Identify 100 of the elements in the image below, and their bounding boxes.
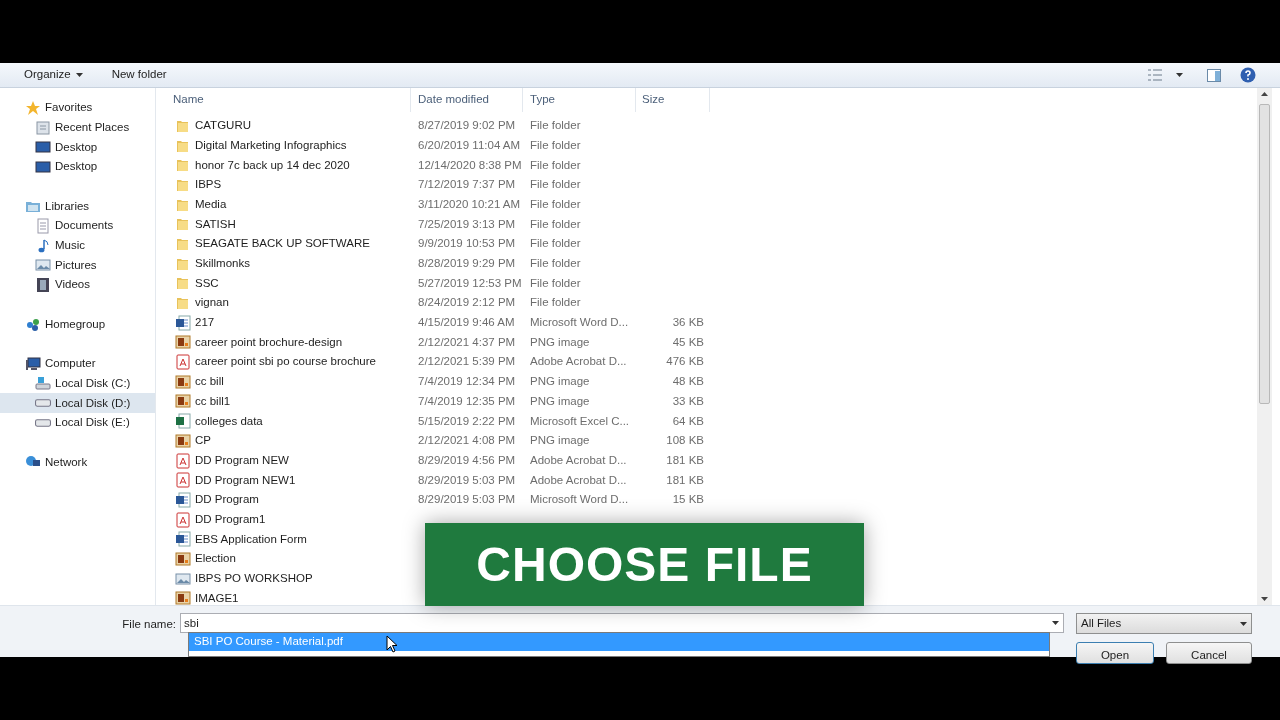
computer-icon bbox=[25, 355, 41, 372]
dropdown-caret-icon bbox=[1240, 621, 1247, 626]
file-name[interactable]: vignan bbox=[195, 294, 229, 312]
file-type: Microsoft Excel C... bbox=[530, 414, 630, 427]
dropdown-caret-icon bbox=[75, 73, 83, 77]
file-type: File folder bbox=[530, 138, 581, 151]
nav-item[interactable]: Documents bbox=[0, 216, 155, 236]
file-name[interactable]: career point sbi po course brochure bbox=[195, 353, 376, 371]
date-modified: 8/27/2019 9:02 PM bbox=[418, 119, 516, 132]
nav-item[interactable]: Local Disk (C:) bbox=[0, 373, 155, 394]
file-name[interactable]: Election bbox=[195, 550, 236, 568]
nav-item[interactable]: Local Disk (D:) bbox=[0, 393, 155, 413]
file-name[interactable]: SATISH bbox=[195, 215, 236, 233]
image-file-icon bbox=[175, 570, 191, 587]
column-header[interactable]: Size bbox=[636, 88, 710, 112]
column-header[interactable]: Name bbox=[173, 88, 411, 112]
word-document-icon bbox=[175, 491, 191, 508]
nav-item[interactable]: Videos bbox=[0, 275, 155, 295]
date-modified: 2/12/2021 4:37 PM bbox=[418, 335, 516, 348]
nav-item[interactable]: Recent Places bbox=[0, 117, 155, 138]
nav-item[interactable]: Local Disk (E:) bbox=[0, 413, 155, 433]
file-type: Microsoft Word D... bbox=[530, 316, 629, 329]
file-name[interactable]: DD Program1 bbox=[195, 510, 266, 529]
file-type: Adobe Acrobat D... bbox=[530, 355, 627, 368]
nav-item[interactable]: Pictures bbox=[0, 255, 155, 276]
nav-item[interactable]: Libraries bbox=[0, 196, 155, 217]
file-type: PNG image bbox=[530, 434, 590, 447]
column-header[interactable]: Type bbox=[523, 88, 636, 112]
file-name[interactable]: 217 bbox=[195, 314, 215, 332]
file-name[interactable]: CATGURU bbox=[195, 117, 251, 135]
file-name[interactable]: Skillmonks bbox=[195, 255, 250, 273]
dialog-button[interactable]: Cancel bbox=[1166, 642, 1252, 664]
image-file-icon bbox=[175, 334, 191, 351]
file-name[interactable]: career point brochure-design bbox=[195, 333, 343, 352]
file-name[interactable]: IBPS PO WORKSHOP bbox=[195, 570, 313, 588]
help-icon[interactable] bbox=[1240, 67, 1256, 83]
file-name[interactable]: DD Program bbox=[195, 491, 259, 509]
file-name[interactable]: Digital Marketing Infographics bbox=[195, 136, 347, 155]
desktop-icon bbox=[35, 158, 51, 175]
file-type: File folder bbox=[530, 217, 581, 230]
nav-item[interactable]: Favorites bbox=[0, 98, 155, 118]
file-name-field[interactable]: sbi bbox=[180, 613, 1064, 633]
file-size: 181 KB bbox=[666, 473, 704, 486]
file-size: 64 KB bbox=[672, 414, 704, 427]
date-modified: 7/4/2019 12:35 PM bbox=[418, 394, 516, 407]
pictures-icon bbox=[35, 257, 51, 274]
file-name[interactable]: DD Program NEW bbox=[195, 451, 289, 470]
star-icon bbox=[25, 99, 41, 116]
nav-item[interactable]: Music bbox=[0, 235, 155, 256]
dialog-button[interactable]: Open bbox=[1076, 642, 1154, 664]
file-name[interactable]: CP bbox=[195, 432, 211, 450]
file-name[interactable]: honor 7c back up 14 dec 2020 bbox=[195, 156, 350, 174]
word-document-icon bbox=[175, 314, 191, 331]
file-type: PNG image bbox=[530, 375, 590, 388]
file-type: File folder bbox=[530, 158, 581, 171]
file-name[interactable]: IMAGE1 bbox=[195, 589, 239, 605]
file-type: Adobe Acrobat D... bbox=[530, 453, 627, 466]
recent-places-icon bbox=[35, 119, 51, 136]
file-type: File folder bbox=[530, 178, 581, 191]
nav-item[interactable]: Homegroup bbox=[0, 314, 155, 335]
image-file-icon bbox=[175, 550, 191, 567]
file-size: 181 KB bbox=[666, 453, 704, 466]
nav-item[interactable]: Desktop bbox=[0, 157, 155, 177]
preview-pane-icon[interactable] bbox=[1207, 68, 1221, 82]
folder-icon bbox=[175, 275, 191, 292]
file-type: File folder bbox=[530, 119, 581, 132]
film-icon bbox=[35, 277, 51, 294]
file-name[interactable]: EBS Application Form bbox=[195, 530, 307, 548]
file-name[interactable]: cc bill1 bbox=[195, 392, 231, 411]
date-modified: 8/29/2019 4:56 PM bbox=[418, 453, 516, 466]
file-type-select[interactable]: All Files bbox=[1076, 613, 1252, 634]
folder-icon bbox=[175, 157, 191, 174]
file-name[interactable]: SEAGATE BACK UP SOFTWARE bbox=[195, 235, 370, 253]
file-type: File folder bbox=[530, 237, 581, 250]
file-name[interactable]: IBPS bbox=[195, 176, 222, 194]
disk-drive-icon bbox=[35, 399, 51, 408]
nav-item[interactable]: Computer bbox=[0, 353, 155, 374]
dropdown-caret-icon[interactable] bbox=[1052, 621, 1059, 625]
file-name[interactable]: SSC bbox=[195, 274, 219, 292]
image-file-icon bbox=[175, 590, 191, 605]
file-name[interactable]: DD Program NEW1 bbox=[195, 471, 296, 489]
file-name[interactable]: Media bbox=[195, 195, 227, 214]
scroll-down-icon[interactable] bbox=[1261, 597, 1268, 601]
spreadsheet-icon bbox=[175, 413, 191, 430]
pdf-icon bbox=[175, 354, 191, 371]
scrollbar[interactable] bbox=[1257, 88, 1272, 605]
file-type: File folder bbox=[530, 296, 581, 309]
organize-button[interactable]: Organize bbox=[24, 66, 83, 84]
nav-item[interactable]: Network bbox=[0, 452, 155, 473]
file-name[interactable]: colleges data bbox=[195, 412, 263, 430]
file-name[interactable]: cc bill bbox=[195, 373, 224, 391]
scroll-up-icon[interactable] bbox=[1261, 92, 1268, 96]
date-modified: 2/12/2021 4:08 PM bbox=[418, 434, 516, 447]
date-modified: 2/12/2021 5:39 PM bbox=[418, 355, 516, 368]
dropdown-caret-icon[interactable] bbox=[1176, 73, 1183, 77]
column-header[interactable]: Date modified bbox=[411, 88, 523, 112]
file-type: File folder bbox=[530, 197, 581, 210]
nav-item[interactable]: Desktop bbox=[0, 137, 155, 158]
date-modified: 4/15/2019 9:46 AM bbox=[418, 316, 515, 329]
new-folder-button[interactable]: New folder bbox=[111, 66, 167, 84]
